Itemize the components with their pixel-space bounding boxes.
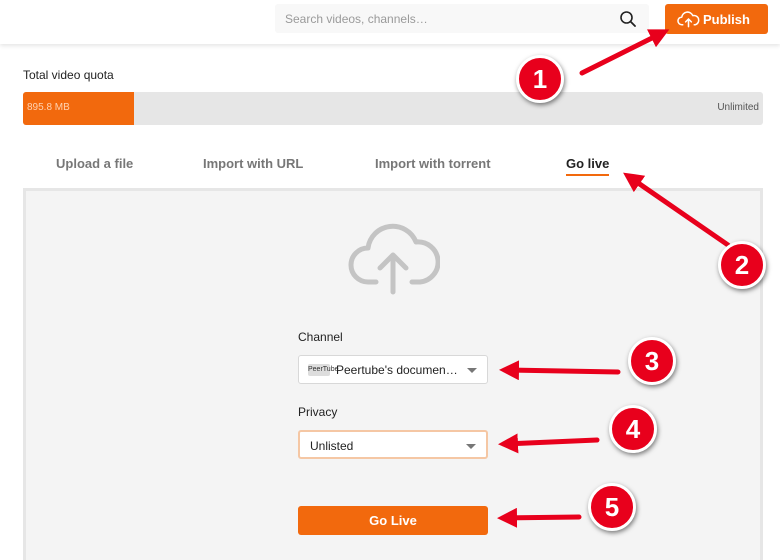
channel-avatar: PeerTube <box>308 364 338 376</box>
tab-import-torrent[interactable]: Import with torrent <box>375 156 491 171</box>
channel-select-value: Peertube's documentation <box>336 363 461 377</box>
publish-button[interactable]: Publish <box>665 4 768 34</box>
channel-select[interactable]: PeerTube Peertube's documentation <box>298 355 488 384</box>
search-bar[interactable] <box>275 4 649 33</box>
tab-import-url[interactable]: Import with URL <box>203 156 303 171</box>
cloud-upload-icon <box>677 11 700 28</box>
cloud-upload-icon <box>348 223 440 295</box>
top-header: Publish <box>0 0 780 44</box>
callout-badge-2: 2 <box>718 241 766 289</box>
quota-used-text: 895.8 MB <box>27 102 70 113</box>
callout-badge-3: 3 <box>628 337 676 385</box>
quota-limit-text: Unlimited <box>717 102 759 113</box>
search-input[interactable] <box>285 9 605 28</box>
chevron-down-icon <box>466 444 476 449</box>
callout-badge-4: 4 <box>609 405 657 453</box>
channel-label: Channel <box>298 330 343 344</box>
quota-label: Total video quota <box>23 68 114 82</box>
privacy-select-value: Unlisted <box>310 439 354 453</box>
go-live-button[interactable]: Go Live <box>298 506 488 535</box>
privacy-label: Privacy <box>298 405 338 419</box>
tab-upload-file[interactable]: Upload a file <box>56 156 133 171</box>
privacy-select[interactable]: Unlisted <box>298 430 488 459</box>
chevron-down-icon <box>467 368 477 373</box>
tab-go-live[interactable]: Go live <box>566 156 610 176</box>
quota-progress-bar: 895.8 MB Unlimited <box>23 92 763 125</box>
publish-label: Publish <box>703 11 750 27</box>
callout-badge-5: 5 <box>588 483 636 531</box>
search-icon[interactable] <box>619 10 637 28</box>
callout-badge-1: 1 <box>516 55 564 103</box>
